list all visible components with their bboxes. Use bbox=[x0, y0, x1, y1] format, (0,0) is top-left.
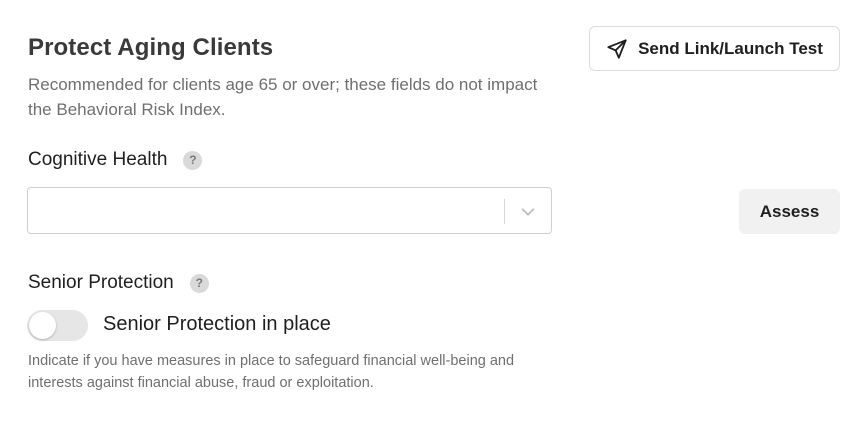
chevron-down-icon[interactable] bbox=[519, 203, 537, 226]
paper-plane-icon bbox=[606, 38, 628, 60]
senior-protection-toggle[interactable] bbox=[27, 310, 88, 341]
cognitive-health-label: Cognitive Health ? bbox=[28, 149, 203, 171]
help-icon[interactable]: ? bbox=[189, 273, 209, 293]
assess-button[interactable]: Assess bbox=[739, 189, 840, 234]
cognitive-health-select[interactable] bbox=[27, 187, 552, 234]
page-title: Protect Aging Clients bbox=[28, 34, 274, 61]
send-link-launch-test-button[interactable]: Send Link/Launch Test bbox=[589, 26, 840, 71]
select-separator bbox=[504, 199, 505, 224]
senior-protection-toggle-label: Senior Protection in place bbox=[103, 313, 331, 335]
senior-protection-help-text: Indicate if you have measures in place t… bbox=[28, 353, 515, 391]
help-icon[interactable]: ? bbox=[183, 150, 203, 170]
assess-button-label: Assess bbox=[759, 201, 820, 221]
page-subtitle: Recommended for clients age 65 or over; … bbox=[28, 75, 538, 119]
send-button-label: Send Link/Launch Test bbox=[638, 38, 823, 58]
senior-protection-label-text: Senior Protection bbox=[28, 272, 174, 293]
cognitive-health-label-text: Cognitive Health bbox=[28, 149, 168, 170]
senior-protection-label: Senior Protection ? bbox=[28, 272, 209, 294]
toggle-knob bbox=[29, 312, 56, 339]
